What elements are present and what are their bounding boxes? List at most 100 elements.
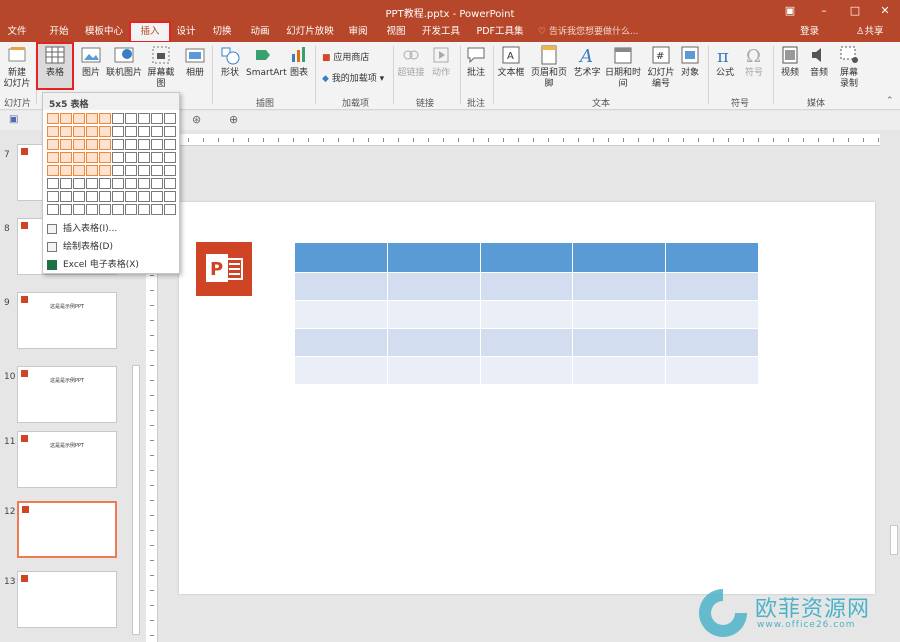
table-cell[interactable] [665, 356, 759, 385]
online-picture-button[interactable]: 联机图片 [106, 44, 142, 79]
table-grid-cell[interactable] [60, 191, 72, 202]
table-grid-cell[interactable] [86, 165, 98, 176]
table-grid-cell[interactable] [73, 152, 85, 163]
table-cell[interactable] [665, 328, 759, 357]
table-grid-cell[interactable] [73, 191, 85, 202]
table-grid-cell[interactable] [47, 178, 59, 189]
table-grid-cell[interactable] [86, 204, 98, 215]
table-cell[interactable] [386, 242, 481, 273]
tab-design[interactable]: 设计 [173, 22, 199, 42]
spell-check-icon[interactable]: ⊛ [192, 113, 201, 126]
table-cell[interactable] [294, 328, 388, 357]
editor-scrollbar[interactable] [888, 145, 900, 642]
table-grid-cell[interactable] [99, 204, 111, 215]
table-grid-cell[interactable] [164, 204, 176, 215]
table-grid-cell[interactable] [73, 139, 85, 150]
table-grid-cell[interactable] [47, 126, 59, 137]
slide-canvas[interactable]: P [179, 202, 875, 594]
table-grid-cell[interactable] [112, 178, 124, 189]
smartart-button[interactable]: SmartArt [246, 44, 287, 79]
table-grid-cell[interactable] [73, 178, 85, 189]
minimize-button[interactable]: – [815, 3, 833, 19]
table-header-row[interactable] [294, 242, 759, 273]
table-cell[interactable] [572, 328, 667, 357]
audio-button[interactable]: 音频 [806, 44, 832, 79]
table-grid-cell[interactable] [151, 204, 163, 215]
table-grid-cell[interactable] [151, 191, 163, 202]
table-cell[interactable] [386, 300, 481, 329]
table-cell[interactable] [665, 272, 759, 301]
table-grid-cell[interactable] [47, 204, 59, 215]
object-button[interactable]: 对象 [678, 44, 702, 79]
tell-me-search[interactable]: ♡ 告诉我您想要做什么... [538, 22, 639, 42]
table-grid-cell[interactable] [73, 204, 85, 215]
table-grid-cell[interactable] [99, 165, 111, 176]
tab-insert[interactable]: 插入 [129, 21, 171, 43]
table-grid-cell[interactable] [138, 152, 150, 163]
tab-slideshow[interactable]: 幻灯片放映 [285, 22, 335, 42]
table-grid-cell[interactable] [125, 152, 137, 163]
excel-table-item[interactable]: Excel 电子表格(X) [47, 257, 177, 273]
table-grid-cell[interactable] [99, 113, 111, 124]
table-grid-cell[interactable] [125, 113, 137, 124]
table-cell[interactable] [294, 242, 388, 273]
scroll-thumb[interactable] [132, 365, 140, 635]
slide-thumbnail[interactable]: 这是是示例PPT [17, 366, 117, 423]
scroll-thumb[interactable] [890, 525, 898, 555]
table-cell[interactable] [479, 242, 574, 273]
screenshot-button[interactable]: 屏幕截图 [144, 44, 178, 90]
ribbon-display-icon[interactable]: ▣ [781, 3, 799, 19]
tab-developer[interactable]: 开发工具 [420, 22, 462, 42]
table-grid-cell[interactable] [164, 152, 176, 163]
shapes-button[interactable]: 形状 [218, 44, 242, 79]
slide-thumbnail[interactable] [17, 571, 117, 628]
tab-review[interactable]: 审阅 [344, 22, 372, 42]
table-cell[interactable] [479, 272, 574, 301]
table-grid-cell[interactable] [86, 113, 98, 124]
table-grid-cell[interactable] [47, 113, 59, 124]
table-grid-cell[interactable] [60, 178, 72, 189]
table-grid-cell[interactable] [151, 165, 163, 176]
slide-number-button[interactable]: # 幻灯片 编号 [647, 44, 675, 90]
table-grid-cell[interactable] [99, 126, 111, 137]
table-grid-cell[interactable] [164, 126, 176, 137]
datetime-button[interactable]: 日期和时间 [601, 44, 645, 90]
table-cell[interactable] [386, 356, 481, 385]
table-grid-cell[interactable] [112, 126, 124, 137]
tab-animations[interactable]: 动画 [247, 22, 273, 42]
table-grid-cell[interactable] [60, 113, 72, 124]
symbol-button[interactable]: Ω 符号 [741, 44, 767, 79]
picture-button[interactable]: 图片 [80, 44, 102, 79]
table-grid-cell[interactable] [125, 204, 137, 215]
table-cell[interactable] [665, 300, 759, 329]
chart-button[interactable]: 图表 [288, 44, 310, 79]
table-grid-cell[interactable] [86, 152, 98, 163]
table-button[interactable]: 表格 [36, 42, 74, 90]
tab-template-center[interactable]: 模板中心 [84, 22, 124, 42]
table-grid-cell[interactable] [151, 139, 163, 150]
slide-table[interactable] [294, 242, 759, 385]
table-grid-cell[interactable] [73, 113, 85, 124]
table-grid-cell[interactable] [47, 152, 59, 163]
table-grid-cell[interactable] [164, 191, 176, 202]
table-grid-cell[interactable] [86, 191, 98, 202]
table-grid-cell[interactable] [125, 165, 137, 176]
table-row[interactable] [294, 300, 759, 329]
table-grid-cell[interactable] [151, 178, 163, 189]
table-cell[interactable] [572, 242, 667, 273]
table-cell[interactable] [294, 356, 388, 385]
album-button[interactable]: 相册 [184, 44, 206, 79]
table-grid-cell[interactable] [151, 152, 163, 163]
tab-transitions[interactable]: 切换 [208, 22, 236, 42]
table-grid-cell[interactable] [112, 152, 124, 163]
table-grid-cell[interactable] [47, 139, 59, 150]
table-row[interactable] [294, 356, 759, 385]
table-grid-cell[interactable] [164, 178, 176, 189]
comment-button[interactable]: 批注 [464, 44, 488, 79]
equation-button[interactable]: π 公式 [712, 44, 738, 79]
table-grid-cell[interactable] [86, 126, 98, 137]
table-cell[interactable] [479, 356, 574, 385]
table-grid-cell[interactable] [164, 139, 176, 150]
draw-table-item[interactable]: 绘制表格(D) [47, 239, 177, 255]
collapse-ribbon-icon[interactable]: ⌃ [886, 96, 894, 106]
